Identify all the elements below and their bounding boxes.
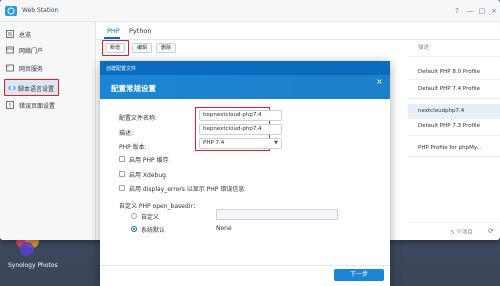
desktop-brand-label: Synology Photos — [8, 262, 58, 269]
table-header-description: 描述 — [418, 45, 430, 51]
web-service-icon — [6, 64, 14, 72]
dialog-titlebar: 创建配置文件 — [100, 61, 390, 75]
default-basedir-radio[interactable] — [131, 226, 137, 232]
refresh-icon[interactable]: ⟳ — [488, 227, 494, 235]
delete-button[interactable]: 删除 — [156, 43, 176, 53]
sidebar-item-label: 脚本语言设置 — [18, 86, 55, 93]
tab-php[interactable]: PHP — [107, 27, 120, 35]
overview-icon — [6, 30, 14, 38]
script-icon — [8, 85, 16, 91]
tab-python[interactable]: Python — [129, 27, 152, 35]
help-icon[interactable]: ? — [452, 6, 462, 16]
dialog-heading: 配置常规设置 — [111, 84, 156, 93]
php-version-value: PHP 7.4 — [203, 140, 225, 146]
enable-display-errors-label: 启用 display_errors 以显示 PHP 错误信息 — [129, 186, 245, 193]
custom-basedir-radio[interactable] — [131, 213, 137, 219]
window-titlebar: Web Station ? — □ × — [0, 0, 500, 22]
sidebar-item-error-pages[interactable]: 错误页面设置 — [2, 97, 94, 113]
sidebar-item-label: 总览 — [19, 32, 32, 39]
table-divider — [408, 135, 500, 136]
table-row[interactable]: nextcloudphp7.4 — [418, 108, 464, 114]
table-divider — [408, 118, 500, 119]
edit-button[interactable]: 编辑 — [132, 43, 152, 53]
chevron-down-icon: ▼ — [274, 140, 278, 146]
add-button[interactable]: 新增 — [105, 43, 125, 53]
window-title: Web Station — [22, 7, 59, 14]
sidebar-item-label: 网页服务 — [19, 66, 44, 73]
table-divider — [408, 98, 500, 99]
dialog-footer-divider — [100, 265, 390, 266]
profile-name-label: 配置文件名称: — [119, 115, 158, 122]
error-page-icon — [6, 101, 14, 109]
close-icon[interactable]: × — [489, 6, 499, 16]
dialog-close-icon[interactable]: × — [376, 78, 383, 86]
table-divider — [408, 56, 500, 57]
web-station-app-icon — [5, 6, 17, 16]
default-basedir-value: None — [216, 225, 232, 232]
php-version-label: PHP 版本: — [119, 144, 147, 151]
enable-php-cache-checkbox[interactable] — [119, 156, 125, 162]
dialog-window-title: 创建配置文件 — [106, 66, 137, 72]
default-basedir-label: 系统默认 — [141, 227, 166, 234]
enable-display-errors-checkbox[interactable] — [119, 185, 125, 191]
open-basedir-label: 自定义 PHP open_basedir： — [119, 203, 199, 210]
custom-basedir-label: 自定义 — [141, 214, 160, 221]
tab-divider — [96, 39, 500, 40]
dialog-header: 配置常规设置 × — [100, 75, 390, 99]
sidebar-item-label: 网络门户 — [19, 48, 44, 55]
sidebar-item-label: 错误页面设置 — [19, 103, 56, 110]
enable-php-cache-label: 启用 PHP 缓存 — [129, 157, 169, 164]
profile-name-field[interactable]: hepnextcloud-php7.4 — [199, 110, 282, 121]
next-button[interactable]: 下一步 — [334, 269, 384, 281]
table-row[interactable]: Default PHP 8.0 Profile — [418, 69, 480, 75]
table-divider — [408, 79, 500, 80]
enable-xdebug-label: 启用 Xdebug — [129, 172, 166, 179]
table-divider — [408, 156, 500, 157]
table-row[interactable]: Default PHP 7.3 Profile — [418, 123, 480, 129]
table-footer-divider — [408, 222, 500, 223]
sidebar-item-portal[interactable]: 网络门户 — [2, 42, 94, 58]
sidebar-item-web-service[interactable]: 网页服务 — [2, 60, 94, 76]
table-row[interactable]: PHP Profile for phpMy... — [418, 145, 482, 151]
description-label: 描述: — [119, 130, 134, 137]
enable-xdebug-checkbox[interactable] — [119, 171, 125, 177]
custom-basedir-input[interactable] — [216, 209, 338, 220]
create-profile-dialog: 创建配置文件 配置常规设置 × 配置文件名称: 描述: PHP 版本: hepn… — [100, 61, 390, 286]
maximize-icon[interactable]: □ — [477, 6, 487, 16]
php-version-select[interactable]: PHP 7.4 ▼ — [199, 138, 282, 149]
minimize-icon[interactable]: — — [465, 6, 475, 16]
sidebar: 总览 网络门户 网页服务 脚本语言设置 错误页面设置 — [0, 22, 96, 240]
table-row[interactable]: Default PHP 7.4 Profile — [418, 86, 480, 92]
portal-icon — [6, 46, 14, 54]
item-count: 5 个项目 — [451, 230, 473, 236]
sidebar-item-script-settings[interactable]: 脚本语言设置 — [4, 79, 59, 96]
description-field[interactable]: hepnextcloud-php7.4 — [199, 124, 282, 135]
sidebar-item-overview[interactable]: 总览 — [2, 26, 94, 42]
